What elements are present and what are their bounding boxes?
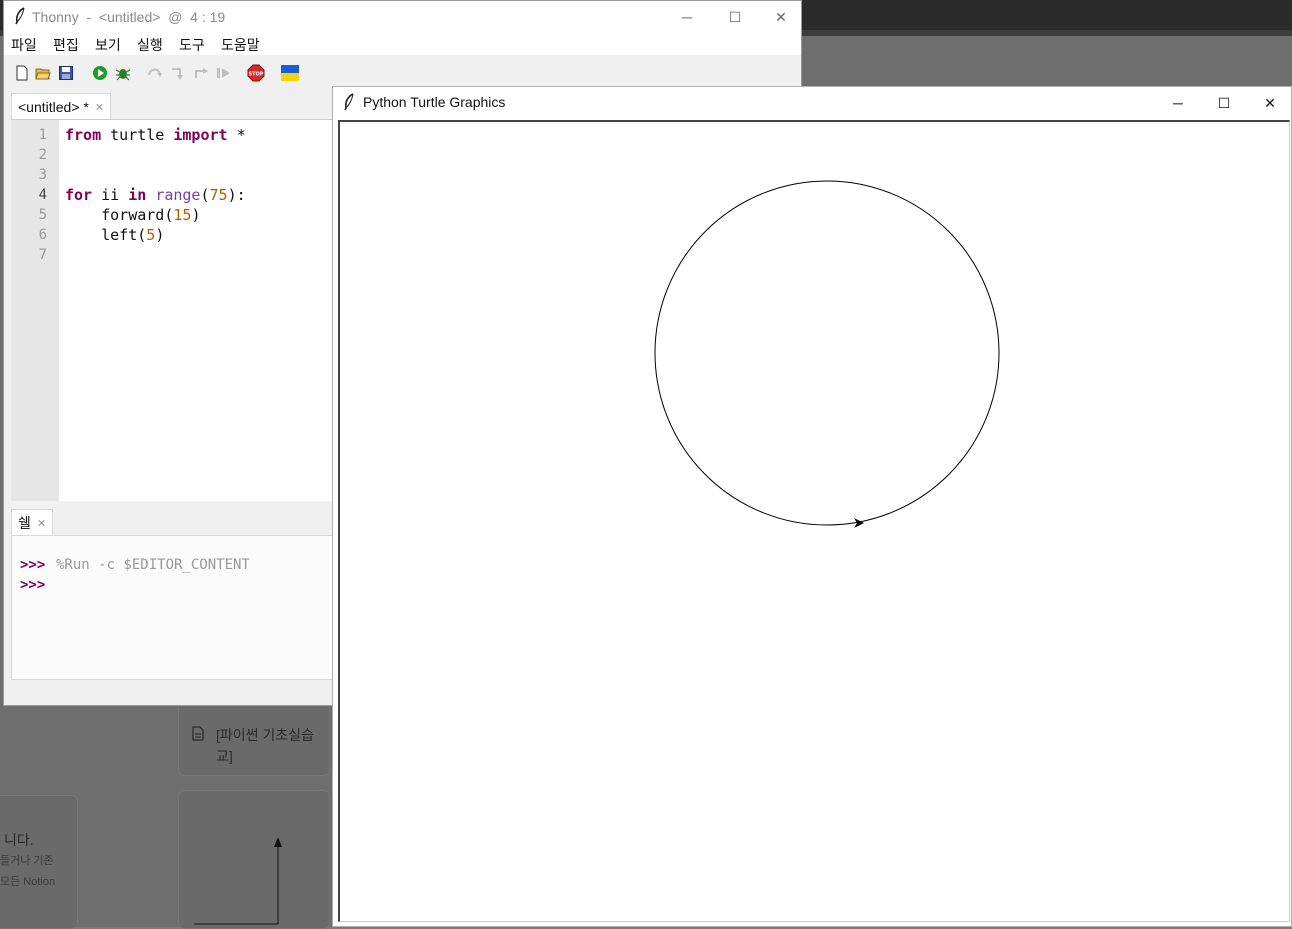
step-over-icon[interactable] — [147, 65, 163, 81]
doc-icon — [192, 726, 204, 741]
background-side-text: 모든 Notion — [0, 876, 56, 888]
keyword: for — [65, 186, 93, 204]
code-text: ( — [200, 186, 210, 204]
code-text: turtle — [101, 126, 174, 144]
shell-tabstrip: 쉘 ✕ — [11, 509, 341, 536]
drawn-circle — [654, 180, 1000, 526]
turtle-canvas[interactable] — [338, 120, 1290, 922]
shell-prompt: >>> — [20, 577, 46, 593]
editor-tabstrip: <untitled> * ✕ — [11, 93, 341, 120]
code-text: forward( — [65, 206, 174, 224]
code-text: ) — [191, 206, 201, 224]
background-side-text: 들거나 기존 — [0, 855, 54, 867]
close-icon: ✕ — [775, 8, 787, 25]
shell-command: %Run -c $EDITOR_CONTENT — [56, 557, 250, 573]
close-button[interactable]: ✕ — [758, 1, 804, 33]
menu-file[interactable]: 파일 — [11, 35, 37, 55]
line-number: 4 — [38, 187, 47, 203]
step-into-icon[interactable] — [170, 65, 186, 81]
close-tab-icon[interactable]: ✕ — [95, 101, 104, 114]
keyword: import — [173, 126, 228, 144]
close-button[interactable]: ✕ — [1247, 87, 1292, 119]
keyword: in — [128, 186, 147, 204]
shell-panel[interactable]: >>> %Run -c $EDITOR_CONTENT >>> — [11, 535, 341, 680]
svg-text:STOP: STOP — [249, 72, 264, 78]
run-icon[interactable] — [92, 65, 108, 81]
line-number: 1 — [38, 127, 47, 143]
menubar: 파일 편집 보기 실행 도구 도움말 — [4, 33, 801, 55]
minimize-icon: ─ — [1173, 95, 1183, 111]
line-number: 6 — [38, 227, 47, 243]
maximize-icon: ☐ — [728, 8, 742, 25]
line-number: 5 — [38, 207, 47, 223]
open-file-icon[interactable] — [35, 65, 51, 81]
minimize-button[interactable]: ─ — [664, 1, 710, 33]
new-file-icon[interactable] — [14, 65, 30, 81]
menu-run[interactable]: 실행 — [137, 35, 163, 55]
step-out-icon[interactable] — [193, 65, 209, 81]
tab-untitled[interactable]: <untitled> * ✕ — [11, 93, 112, 120]
code-text: ): — [227, 186, 246, 204]
code-text: left( — [65, 226, 147, 244]
number: 75 — [209, 186, 228, 204]
background-turtle-arrow — [194, 837, 282, 925]
close-tab-icon[interactable]: ✕ — [37, 517, 46, 530]
background-doc-item: [파이썬 기초실습 — [216, 727, 314, 743]
turtle-window: Python Turtle Graphics ─ ☐ ✕ — [332, 86, 1292, 927]
background-doc-item-cont: 교] — [216, 748, 233, 764]
maximize-icon: ☐ — [1217, 94, 1231, 111]
number: 15 — [173, 206, 192, 224]
minimize-button[interactable]: ─ — [1155, 87, 1201, 119]
code-text: * — [227, 126, 246, 144]
menu-help[interactable]: 도움말 — [221, 35, 260, 55]
code-editor[interactable]: 1 2 3 4 5 6 7 from turtle import * for i… — [11, 119, 341, 501]
code-line-6: left(5) — [65, 226, 164, 244]
resume-icon[interactable] — [215, 65, 231, 81]
tab-shell[interactable]: 쉘 ✕ — [11, 509, 54, 536]
code-line-5: forward(15) — [65, 206, 200, 224]
code-line-1: from turtle import * — [65, 126, 246, 144]
maximize-button[interactable]: ☐ — [712, 1, 758, 33]
line-number: 3 — [38, 167, 47, 183]
code-text: ii — [92, 186, 129, 204]
thonny-title: Thonny - <untitled> @ 4 : 19 — [32, 9, 226, 25]
shell-prompt: >>> — [20, 557, 46, 573]
feather-icon — [15, 7, 25, 25]
tab-label: 쉘 — [18, 515, 31, 531]
turtle-titlebar[interactable]: Python Turtle Graphics ─ ☐ ✕ — [333, 87, 1291, 119]
minimize-icon: ─ — [682, 9, 692, 25]
line-number-gutter: 1 2 3 4 5 6 7 — [11, 120, 59, 501]
maximize-button[interactable]: ☐ — [1201, 87, 1247, 119]
number: 5 — [146, 226, 156, 244]
code-line-4: for ii in range(75): — [65, 186, 246, 204]
debug-icon[interactable] — [115, 65, 131, 81]
menu-view[interactable]: 보기 — [95, 35, 121, 55]
thonny-titlebar[interactable]: Thonny - <untitled> @ 4 : 19 ─ ☐ ✕ — [4, 1, 801, 33]
builtin: range — [155, 186, 201, 204]
line-number: 2 — [38, 147, 47, 163]
turtle-drawing — [654, 180, 1000, 528]
ukraine-flag-icon[interactable] — [281, 65, 299, 81]
turtle-title: Python Turtle Graphics — [363, 94, 506, 110]
code-text: ) — [155, 226, 165, 244]
tab-label: <untitled> * — [18, 99, 89, 115]
menu-tools[interactable]: 도구 — [179, 35, 205, 55]
save-icon[interactable] — [58, 65, 74, 81]
keyword: from — [65, 126, 102, 144]
line-number: 7 — [38, 247, 47, 263]
stop-icon[interactable]: STOP — [247, 64, 265, 82]
menu-edit[interactable]: 편집 — [53, 35, 79, 55]
background-side-text: 니다. — [4, 832, 34, 848]
feather-icon — [344, 93, 354, 111]
close-icon: ✕ — [1264, 94, 1276, 111]
